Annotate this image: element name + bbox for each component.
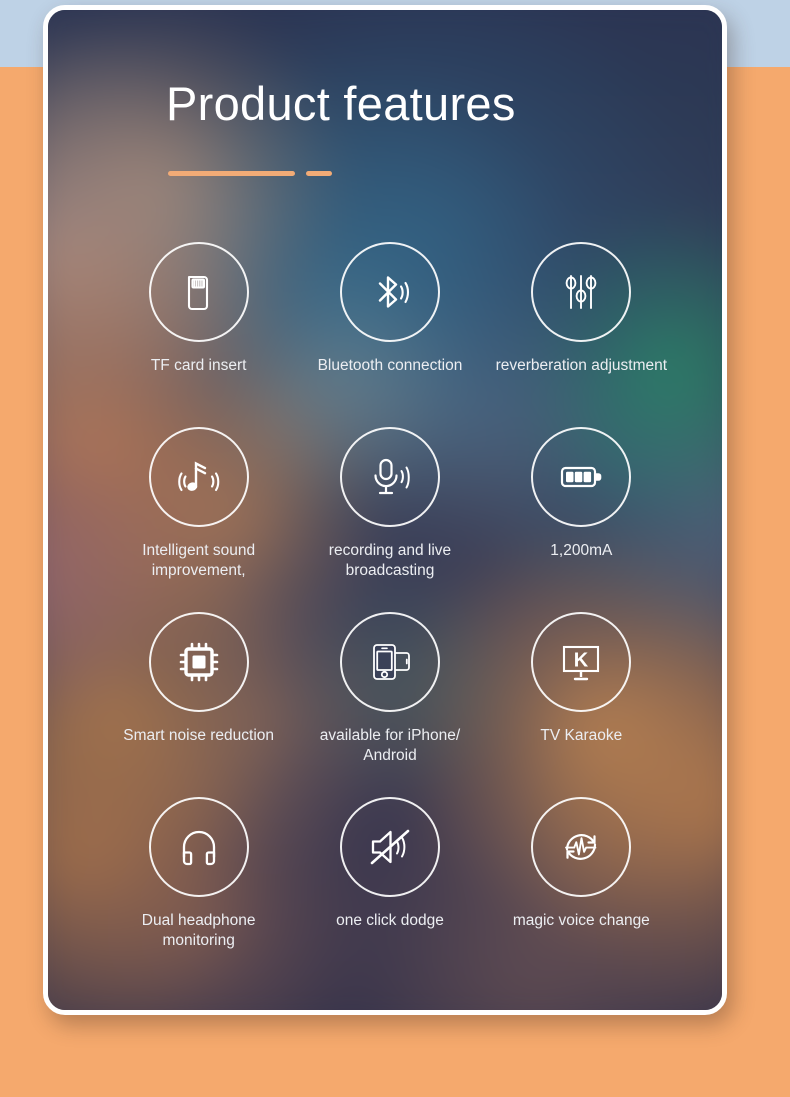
page-title: Product features — [166, 77, 516, 130]
headphones-icon — [148, 797, 249, 897]
feature-item[interactable]: Smart noise reduction — [103, 612, 294, 797]
product-features-card: Product features TF card insert Bluetoot… — [43, 5, 727, 1015]
divider-segment-long — [168, 171, 295, 176]
feature-item[interactable]: TF card insert — [103, 242, 294, 427]
feature-label: TV Karaoke — [540, 727, 623, 744]
two-phones-icon — [339, 612, 440, 712]
feature-item[interactable]: magic voice change — [486, 797, 677, 982]
feature-item[interactable]: 1,200mA — [486, 427, 677, 612]
bluetooth-icon — [339, 242, 440, 342]
music-note-waves-icon — [148, 427, 249, 527]
feature-item[interactable]: Intelligent sound improvement, — [103, 427, 294, 612]
feature-label: Dual headphone monitoring — [141, 912, 256, 949]
voice-change-icon — [531, 797, 632, 897]
feature-label: one click dodge — [336, 912, 444, 929]
tf-card-icon — [148, 242, 249, 342]
equalizer-sliders-icon — [531, 242, 632, 342]
tv-karaoke-icon: K — [531, 612, 632, 712]
feature-item[interactable]: Dual headphone monitoring — [103, 797, 294, 982]
feature-label: magic voice change — [512, 912, 650, 929]
cpu-chip-icon — [148, 612, 249, 712]
feature-label: TF card insert — [150, 357, 247, 374]
divider-segment-short — [306, 171, 332, 176]
feature-label: Intelligent sound improvement, — [142, 542, 256, 579]
feature-item[interactable]: K TV Karaoke — [486, 612, 677, 797]
feature-item[interactable]: available for iPhone/ Android — [294, 612, 485, 797]
battery-icon — [531, 427, 632, 527]
feature-item[interactable]: one click dodge — [294, 797, 485, 982]
feature-label: 1,200mA — [550, 542, 613, 559]
feature-label: reverberation adjustment — [495, 357, 668, 374]
svg-text:K: K — [574, 650, 589, 672]
feature-label: Smart noise reduction — [123, 727, 275, 744]
features-grid: TF card insert Bluetooth connection reve… — [103, 242, 677, 982]
microphone-waves-icon — [339, 427, 440, 527]
feature-label: recording and live broadcasting — [328, 542, 452, 579]
feature-item[interactable]: Bluetooth connection — [294, 242, 485, 427]
feature-item[interactable]: reverberation adjustment — [486, 242, 677, 427]
title-divider — [168, 171, 332, 176]
feature-label: available for iPhone/ Android — [319, 727, 461, 764]
feature-label: Bluetooth connection — [317, 357, 463, 374]
muted-speaker-icon — [339, 797, 440, 897]
feature-item[interactable]: recording and live broadcasting — [294, 427, 485, 612]
